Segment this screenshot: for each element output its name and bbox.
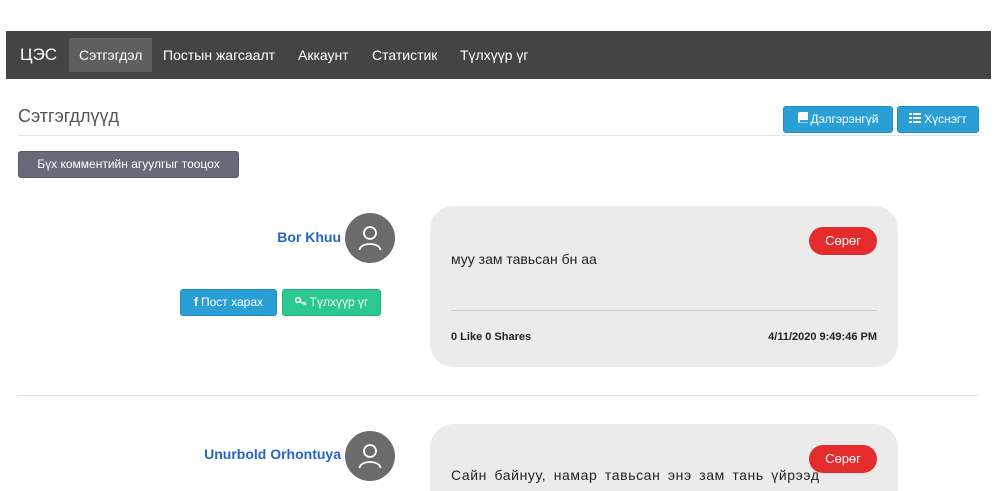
avatar	[345, 431, 395, 481]
table-label: Хүснэгт	[924, 112, 967, 126]
title-divider	[18, 135, 979, 136]
nav-item-comments[interactable]: Сэтгэгдэл	[69, 38, 153, 72]
details-label: Дэлгэрэнгүй	[810, 112, 879, 126]
comment-separator	[18, 395, 979, 396]
engagement-stats: 0 Like 0 Shares	[451, 331, 532, 343]
count-all-comments-button[interactable]: Бүх комментийн агуулгыг тооцох	[18, 151, 239, 178]
comment-author[interactable]: Bor Khuu	[277, 229, 341, 245]
list-icon	[909, 107, 922, 132]
nav-item-account[interactable]: Аккаунт	[288, 38, 359, 72]
view-post-button[interactable]: f Пост харах	[180, 289, 277, 316]
keyword-label: Түлхүүр үг	[309, 295, 369, 309]
nav-item-post-list[interactable]: Постын жагсаалт	[153, 38, 285, 72]
table-button[interactable]: Хүснэгт	[897, 106, 979, 133]
comment-author[interactable]: Unurbold Orhontuya	[204, 446, 341, 462]
comment-bubble: Сөрөг муу зам тавьсан бн аа 0 Like 0 Sha…	[430, 206, 898, 367]
keyword-button[interactable]: Түлхүүр үг	[282, 289, 381, 316]
key-icon	[294, 290, 307, 315]
user-icon	[358, 444, 382, 469]
page-title: Сэтгэгдлүүд	[18, 106, 120, 126]
bubble-divider	[451, 310, 877, 311]
facebook-icon: f	[193, 295, 198, 309]
avatar	[345, 213, 395, 263]
view-post-label: Пост харах	[200, 295, 263, 309]
details-button[interactable]: Дэлгэрэнгүй	[783, 106, 893, 133]
comment-bubble: Сөрөг Сайн байнуу, намар тавьсан энэ зам…	[430, 424, 898, 491]
comment-text: Сайн байнуу, намар тавьсан энэ зам тань …	[451, 467, 820, 483]
comment-text: муу зам тавьсан бн аа	[451, 251, 597, 267]
book-icon	[797, 107, 808, 132]
user-icon	[358, 226, 382, 251]
comment-timestamp: 4/11/2020 9:49:46 PM	[768, 331, 877, 343]
nav-item-keywords[interactable]: Түлхүүр үг	[450, 38, 539, 72]
sentiment-badge: Сөрөг	[809, 227, 877, 255]
brand-logo[interactable]: ЦЭС	[20, 31, 57, 79]
nav-item-statistics[interactable]: Статистик	[362, 38, 447, 72]
top-navbar: ЦЭС Сэтгэгдэл Постын жагсаалт Аккаунт Ст…	[6, 31, 991, 79]
